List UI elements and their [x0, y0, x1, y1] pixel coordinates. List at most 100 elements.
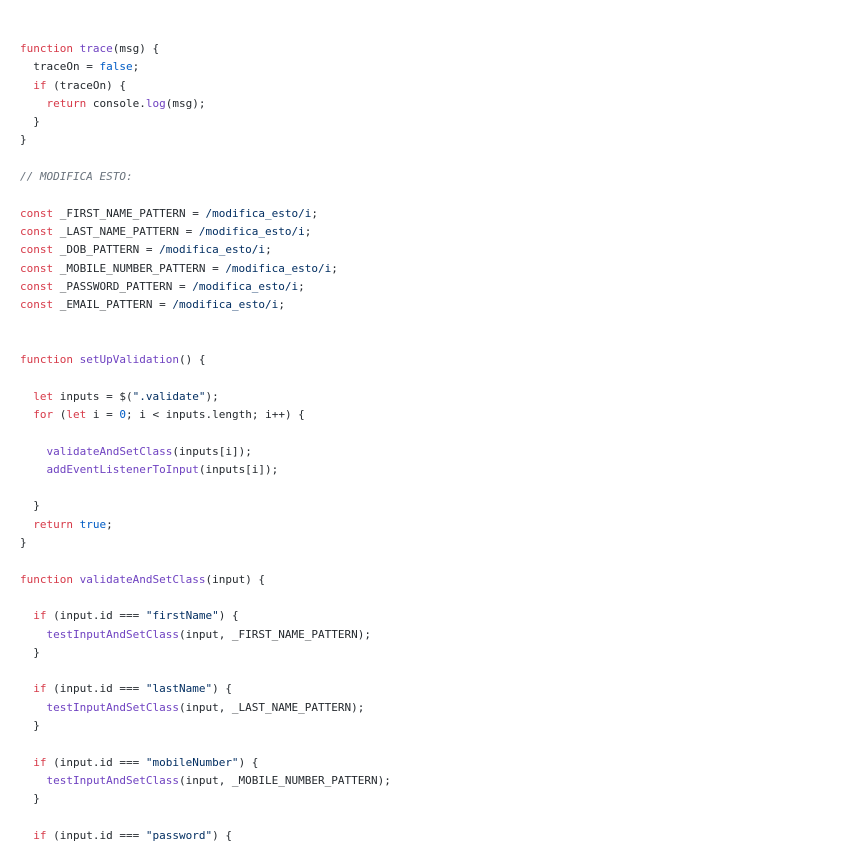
- code-text: (input, _LAST_NAME_PATTERN);: [178, 700, 365, 714]
- code-line: if (input.id === "firstName") {: [20, 607, 848, 625]
- code-keyword: if: [33, 828, 47, 842]
- code-function-name: testInputAndSetClass: [46, 700, 179, 714]
- code-text: (input, _FIRST_NAME_PATTERN);: [178, 627, 372, 641]
- code-keyword: for: [33, 407, 54, 421]
- code-string: /modifica_esto/i: [225, 261, 332, 275]
- code-keyword: return: [46, 96, 87, 110]
- code-function-name: addEventListenerToInput: [46, 462, 199, 476]
- code-string: /modifica_esto/i: [159, 243, 266, 257]
- code-line: }: [20, 131, 848, 149]
- code-line: const _DOB_PATTERN = /modifica_esto/i;: [20, 241, 848, 259]
- code-string: /modifica_esto/i: [192, 279, 299, 293]
- code-line: for (let i = 0; i < inputs.length; i++) …: [20, 406, 848, 424]
- code-line: }: [20, 644, 848, 662]
- code-keyword: function: [20, 572, 73, 586]
- code-text: _FIRST_NAME_PATTERN =: [53, 206, 206, 220]
- code-text: }: [20, 792, 40, 806]
- code-text: _MOBILE_NUMBER_PATTERN =: [53, 261, 226, 275]
- code-text: }: [20, 133, 27, 147]
- code-text: ) {: [212, 828, 232, 842]
- code-keyword: const: [20, 224, 54, 238]
- code-text: }: [20, 645, 40, 659]
- code-line: }: [20, 534, 848, 552]
- code-function-name: trace: [79, 42, 113, 55]
- code-view: function trace(msg) { traceOn = false; i…: [0, 0, 848, 848]
- code-text: (input.id ===: [46, 682, 146, 696]
- code-text: ; i < inputs.length; i++) {: [126, 407, 305, 421]
- code-text: ;: [304, 224, 312, 238]
- code-literal: 0: [119, 407, 126, 421]
- code-string: /modifica_esto/i: [198, 224, 305, 238]
- code-text: (input, _MOBILE_NUMBER_PATTERN);: [178, 773, 391, 787]
- code-string: "lastName": [145, 682, 213, 696]
- code-line: const _PASSWORD_PATTERN = /modifica_esto…: [20, 278, 848, 296]
- code-text: ;: [132, 60, 140, 74]
- code-line: return console.log(msg);: [20, 95, 848, 113]
- code-line: const _MOBILE_NUMBER_PATTERN = /modifica…: [20, 260, 848, 278]
- code-text: (input.id ===: [46, 609, 146, 623]
- code-string: ".validate": [132, 389, 206, 403]
- code-string: /modifica_esto/i: [172, 298, 279, 312]
- code-keyword: if: [33, 78, 47, 92]
- code-text: (input.id ===: [46, 828, 146, 842]
- code-line: const _LAST_NAME_PATTERN = /modifica_est…: [20, 223, 848, 241]
- code-function-name: validateAndSetClass: [46, 444, 173, 458]
- code-line: testInputAndSetClass(input, _FIRST_NAME_…: [20, 626, 848, 644]
- code-text: (traceOn) {: [46, 78, 126, 92]
- code-text: _PASSWORD_PATTERN =: [53, 279, 193, 293]
- code-text: ;: [265, 243, 272, 257]
- code-text: (msg) {: [112, 42, 160, 55]
- code-text: _LAST_NAME_PATTERN =: [53, 224, 199, 238]
- code-text: );: [205, 389, 219, 403]
- code-text: _EMAIL_PATTERN =: [53, 298, 173, 312]
- code-comment: // MODIFICA ESTO:: [20, 170, 133, 184]
- code-text: _DOB_PATTERN =: [53, 243, 160, 257]
- code-text: (inputs[i]);: [172, 444, 252, 458]
- code-text: ) {: [212, 682, 232, 696]
- code-text: ;: [298, 279, 305, 293]
- code-keyword: function: [20, 353, 73, 367]
- code-text: (input) {: [205, 572, 266, 586]
- code-keyword: if: [33, 755, 47, 769]
- code-text: (msg);: [165, 96, 206, 110]
- code-keyword: const: [20, 279, 54, 293]
- code-text: ) {: [238, 755, 259, 769]
- code-text: ) {: [218, 609, 239, 623]
- code-text: () {: [178, 353, 206, 367]
- code-text: (inputs[i]);: [198, 462, 279, 476]
- code-keyword: function: [20, 42, 73, 55]
- code-keyword: if: [33, 609, 47, 623]
- code-keyword: const: [20, 243, 54, 257]
- code-keyword: const: [20, 261, 54, 275]
- code-text: (input.id ===: [46, 755, 146, 769]
- code-line: testInputAndSetClass(input, _MOBILE_NUMB…: [20, 772, 848, 790]
- code-text: console.: [86, 96, 146, 110]
- code-text: inputs = $(: [53, 389, 133, 403]
- code-line: const _EMAIL_PATTERN = /modifica_esto/i;: [20, 296, 848, 314]
- code-function-name: setUpValidation: [79, 353, 179, 367]
- code-text: ;: [106, 517, 113, 531]
- code-function-name: validateAndSetClass: [79, 572, 206, 586]
